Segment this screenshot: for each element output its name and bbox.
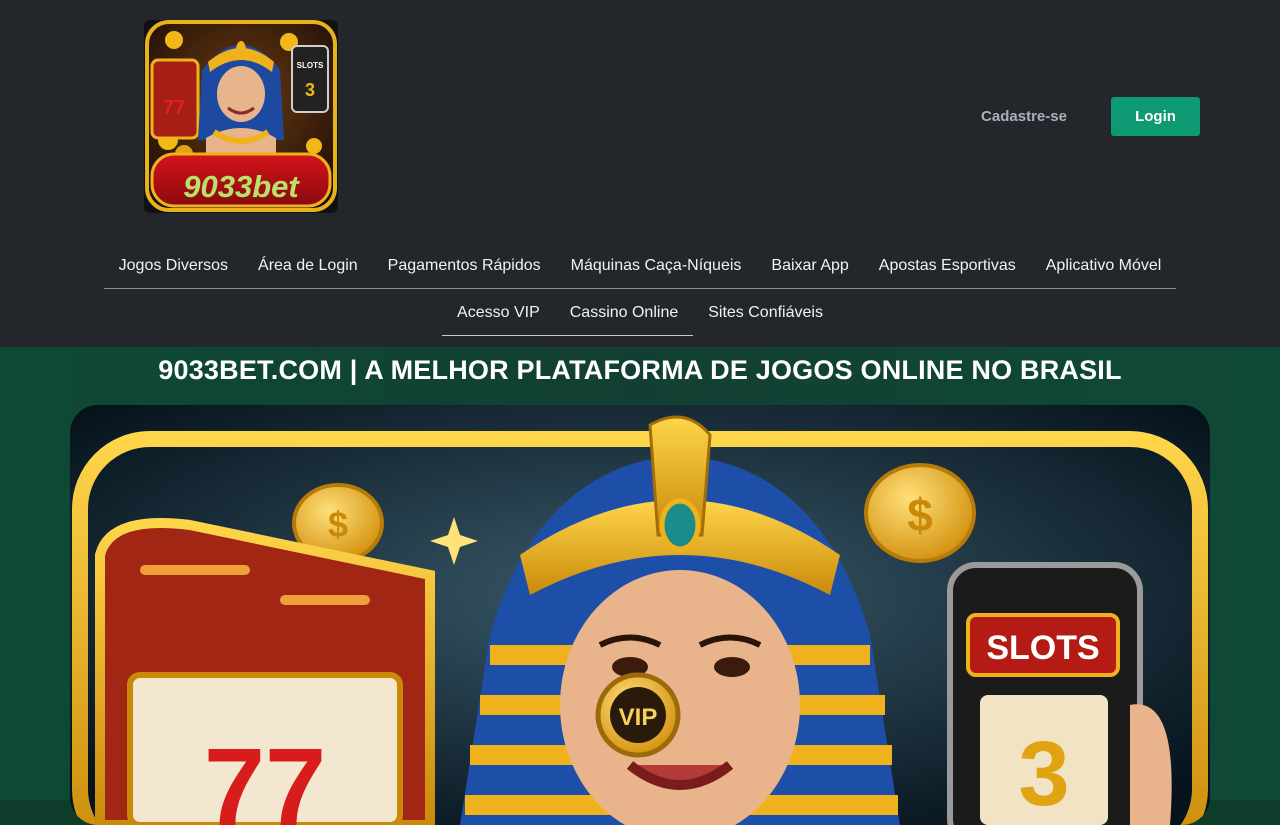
register-button[interactable]: Cadastre-se xyxy=(968,97,1080,136)
hero-section: 9033BET.COM | A MELHOR PLATAFORMA DE JOG… xyxy=(0,347,1280,825)
banner-image: $ $ 77 VIP SLOTS 3 xyxy=(70,405,1210,825)
svg-text:77: 77 xyxy=(163,97,185,119)
logo-image: 77 SLOTS 3 9033bet xyxy=(144,20,338,213)
site-logo[interactable]: 77 SLOTS 3 9033bet xyxy=(144,20,338,213)
coin-icon: $ xyxy=(864,463,976,563)
phone-icon: SLOTS 3 xyxy=(947,562,1172,825)
vip-badge-icon: VIP xyxy=(595,672,681,758)
logo-text: 9033bet xyxy=(183,169,300,204)
site-header: 77 SLOTS 3 9033bet Cadastre-se Login Jog… xyxy=(0,0,1280,347)
svg-text:3: 3 xyxy=(305,80,315,100)
nav-link-maquinas-caca-niqueis[interactable]: Máquinas Caça-Níqueis xyxy=(556,243,757,289)
nav-link-cassino-online[interactable]: Cassino Online xyxy=(554,290,694,336)
page-title: 9033BET.COM | A MELHOR PLATAFORMA DE JOG… xyxy=(158,355,1122,385)
slot-machine-icon: 77 xyxy=(95,518,435,825)
nav-link-sites-confiaveis[interactable]: Sites Confiáveis xyxy=(693,290,838,336)
reel-sevens: 77 xyxy=(204,726,326,825)
nav-link-jogos-diversos[interactable]: Jogos Diversos xyxy=(104,243,243,289)
phone-digit: 3 xyxy=(1018,723,1069,825)
vip-badge-text: VIP xyxy=(619,704,658,731)
nav-link-apostas-esportivas[interactable]: Apostas Esportivas xyxy=(864,243,1031,289)
main-nav-row-1: Jogos Diversos Área de Login Pagamentos … xyxy=(104,243,1176,289)
svg-text:$: $ xyxy=(328,504,348,545)
login-button[interactable]: Login xyxy=(1111,97,1200,136)
nav-link-acesso-vip[interactable]: Acesso VIP xyxy=(442,290,555,336)
hero-banner: $ $ 77 VIP SLOTS 3 xyxy=(70,405,1210,825)
phone-slots-text: SLOTS xyxy=(986,629,1099,667)
nav-link-pagamentos-rapidos[interactable]: Pagamentos Rápidos xyxy=(373,243,556,289)
svg-text:$: $ xyxy=(907,489,933,541)
nav-link-aplicativo-movel[interactable]: Aplicativo Móvel xyxy=(1031,243,1177,289)
svg-text:SLOTS: SLOTS xyxy=(297,61,324,70)
main-nav-row-2: Acesso VIP Cassino Online Sites Confiáve… xyxy=(104,290,1176,336)
nav-link-baixar-app[interactable]: Baixar App xyxy=(756,243,863,289)
nav-link-area-de-login[interactable]: Área de Login xyxy=(243,243,373,289)
